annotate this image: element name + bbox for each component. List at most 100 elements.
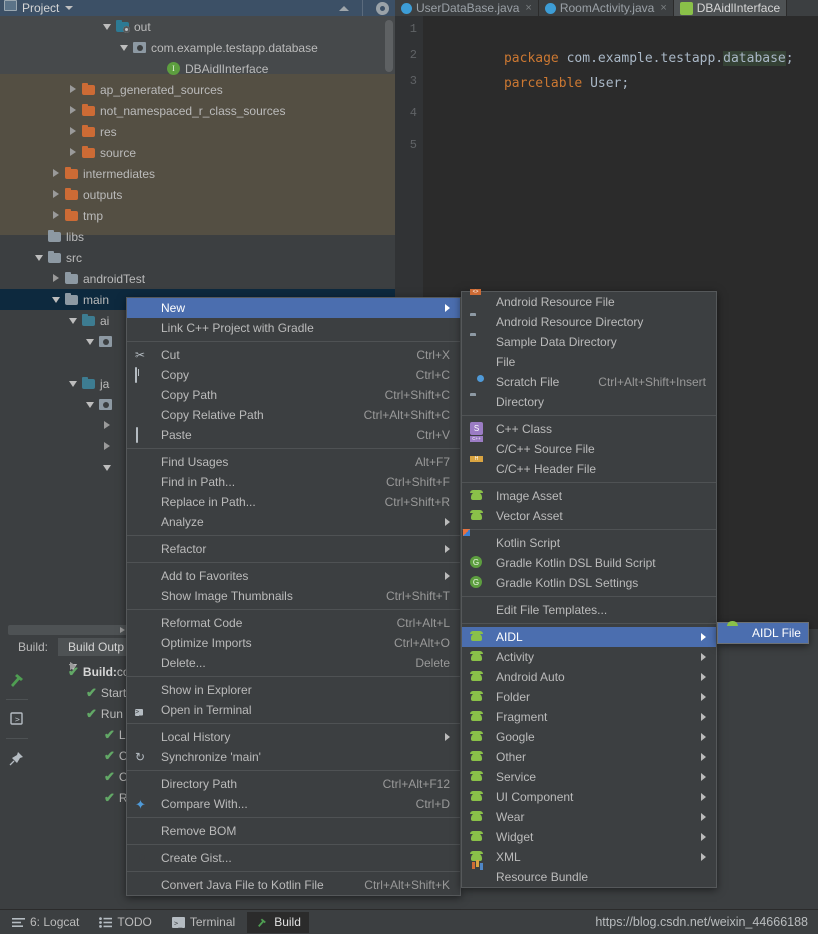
menu-item-compare-with[interactable]: ✦ Compare With... Ctrl+D bbox=[127, 794, 460, 814]
tree-item-out[interactable]: out bbox=[0, 16, 395, 37]
editor-tab-dbaidlinterface[interactable]: DBAidlInterface bbox=[673, 0, 788, 16]
menu-item-cut[interactable]: ✂ Cut Ctrl+X bbox=[127, 345, 460, 365]
close-icon[interactable]: × bbox=[660, 2, 666, 14]
menu-item-file[interactable]: File bbox=[462, 352, 716, 372]
build-output-tab[interactable]: Build Outp bbox=[58, 638, 135, 656]
chevron-down-icon[interactable] bbox=[68, 378, 79, 389]
tree-item-androidtest[interactable]: androidTest bbox=[0, 268, 395, 289]
horizontal-scrollbar[interactable] bbox=[8, 625, 128, 635]
menu-item-show-image-thumbnails[interactable]: Show Image Thumbnails Ctrl+Shift+T bbox=[127, 586, 460, 606]
menu-item-convert-java-file-to-kotlin-file[interactable]: Convert Java File to Kotlin File Ctrl+Alt… bbox=[127, 875, 460, 895]
menu-item-local-history[interactable]: Local History bbox=[127, 727, 460, 747]
status-item-todo[interactable]: TODO bbox=[91, 912, 159, 933]
menu-item-scratch-file[interactable]: Scratch File Ctrl+Alt+Shift+Insert bbox=[462, 372, 716, 392]
menu-item-service[interactable]: Service bbox=[462, 767, 716, 787]
collapse-all-icon[interactable] bbox=[339, 5, 350, 11]
tree-item-dbaidlinterface[interactable]: I DBAidlInterface bbox=[0, 58, 395, 79]
tree-item-ap-generated-sources[interactable]: ap_generated_sources bbox=[0, 79, 395, 100]
menu-item-c-class[interactable]: S C++ Class bbox=[462, 419, 716, 439]
status-item-build[interactable]: Build bbox=[247, 911, 309, 933]
menu-item-ui-component[interactable]: UI Component bbox=[462, 787, 716, 807]
context-menu[interactable]: New Link C++ Project with Gradle ✂ Cut Ctrl+… bbox=[126, 297, 461, 896]
chevron-down-icon[interactable] bbox=[65, 6, 74, 10]
menu-item-open-in-terminal[interactable]: >_ Open in Terminal bbox=[127, 700, 460, 720]
menu-item-gradle-kotlin-dsl-settings[interactable]: G Gradle Kotlin DSL Settings bbox=[462, 573, 716, 593]
menu-item-other[interactable]: Other bbox=[462, 747, 716, 767]
chevron-down-icon[interactable] bbox=[85, 399, 96, 410]
tree-item-tmp[interactable]: tmp bbox=[0, 205, 395, 226]
menu-item-delete[interactable]: Delete... Delete bbox=[127, 653, 460, 673]
menu-item-xml[interactable]: XML bbox=[462, 847, 716, 867]
menu-item-c-c-source-file[interactable]: C/C++ Source File bbox=[462, 439, 716, 459]
menu-item-copy-relative-path[interactable]: Copy Relative Path Ctrl+Alt+Shift+C bbox=[127, 405, 460, 425]
chevron-right-icon[interactable] bbox=[51, 189, 62, 200]
menu-item-synchronize-main[interactable]: ↻ Synchronize 'main' bbox=[127, 747, 460, 767]
menu-item-optimize-imports[interactable]: Optimize Imports Ctrl+Alt+O bbox=[127, 633, 460, 653]
chevron-right-icon[interactable] bbox=[51, 168, 62, 179]
chevron-down-icon[interactable] bbox=[102, 21, 113, 32]
tree-item-intermediates[interactable]: intermediates bbox=[0, 163, 395, 184]
menu-item-find-usages[interactable]: Find Usages Alt+F7 bbox=[127, 452, 460, 472]
status-item-logcat[interactable]: 6: Logcat bbox=[4, 912, 87, 933]
chevron-right-icon[interactable] bbox=[51, 210, 62, 221]
tree-item-src[interactable]: src bbox=[0, 247, 395, 268]
menu-item-wear[interactable]: Wear bbox=[462, 807, 716, 827]
chevron-down-icon[interactable] bbox=[51, 294, 62, 305]
gear-icon[interactable] bbox=[375, 1, 389, 15]
menu-item-directory-path[interactable]: Directory Path Ctrl+Alt+F12 bbox=[127, 774, 460, 794]
chevron-right-icon[interactable] bbox=[68, 126, 79, 137]
menu-item-aidl-file[interactable]: AIDL File bbox=[718, 623, 808, 643]
menu-item-android-resource-directory[interactable]: Android Resource Directory bbox=[462, 312, 716, 332]
menu-item-vector-asset[interactable]: Vector Asset bbox=[462, 506, 716, 526]
pin-icon[interactable] bbox=[4, 745, 30, 771]
menu-item-gradle-kotlin-dsl-build-script[interactable]: G Gradle Kotlin DSL Build Script bbox=[462, 553, 716, 573]
aidl-submenu[interactable]: AIDL File bbox=[717, 622, 809, 644]
chevron-down-icon[interactable] bbox=[34, 252, 45, 263]
restart-icon[interactable]: > bbox=[4, 706, 30, 732]
menu-item-image-asset[interactable]: Image Asset bbox=[462, 486, 716, 506]
menu-item-reformat-code[interactable]: Reformat Code Ctrl+Alt+L bbox=[127, 613, 460, 633]
menu-item-google[interactable]: Google bbox=[462, 727, 716, 747]
build-tab-label[interactable]: Build: bbox=[8, 638, 58, 656]
tree-item-source[interactable]: source bbox=[0, 142, 395, 163]
menu-item-link-c-project-with-gradle[interactable]: Link C++ Project with Gradle bbox=[127, 318, 460, 338]
editor-tab-userdatabase-java[interactable]: UserDataBase.java × bbox=[395, 0, 539, 16]
menu-item-refactor[interactable]: Refactor bbox=[127, 539, 460, 559]
menu-item-remove-bom[interactable]: Remove BOM bbox=[127, 821, 460, 841]
menu-item-analyze[interactable]: Analyze bbox=[127, 512, 460, 532]
menu-item-copy-path[interactable]: Copy Path Ctrl+Shift+C bbox=[127, 385, 460, 405]
hammer-icon[interactable] bbox=[4, 667, 30, 693]
tree-item-not-namespaced-r-class-sources[interactable]: not_namespaced_r_class_sources bbox=[0, 100, 395, 121]
menu-item-android-auto[interactable]: Android Auto bbox=[462, 667, 716, 687]
menu-item-show-in-explorer[interactable]: Show in Explorer bbox=[127, 680, 460, 700]
menu-item-new[interactable]: New bbox=[127, 298, 460, 318]
chevron-down-icon[interactable] bbox=[85, 336, 96, 347]
menu-item-copy[interactable]: Copy Ctrl+C bbox=[127, 365, 460, 385]
menu-item-create-gist[interactable]: Create Gist... bbox=[127, 848, 460, 868]
new-submenu[interactable]: Android Resource File Android Resource Di… bbox=[461, 291, 717, 888]
chevron-right-icon[interactable] bbox=[102, 420, 113, 431]
chevron-right-icon[interactable] bbox=[102, 441, 113, 452]
menu-item-folder[interactable]: Folder bbox=[462, 687, 716, 707]
project-toolbar-title[interactable]: Project bbox=[22, 1, 59, 15]
menu-item-directory[interactable]: Directory bbox=[462, 392, 716, 412]
tree-item-com-example-testapp-database[interactable]: com.example.testapp.database bbox=[0, 37, 395, 58]
menu-item-find-in-path[interactable]: Find in Path... Ctrl+Shift+F bbox=[127, 472, 460, 492]
menu-item-replace-in-path[interactable]: Replace in Path... Ctrl+Shift+R bbox=[127, 492, 460, 512]
chevron-down-icon[interactable] bbox=[102, 462, 113, 473]
tree-item-libs[interactable]: libs bbox=[0, 226, 395, 247]
close-icon[interactable]: × bbox=[525, 2, 531, 14]
chevron-right-icon[interactable] bbox=[51, 273, 62, 284]
menu-item-resource-bundle[interactable]: Resource Bundle bbox=[462, 867, 716, 887]
menu-item-widget[interactable]: Widget bbox=[462, 827, 716, 847]
menu-item-activity[interactable]: Activity bbox=[462, 647, 716, 667]
chevron-right-icon[interactable] bbox=[68, 84, 79, 95]
tree-item-outputs[interactable]: outputs bbox=[0, 184, 395, 205]
tree-scrollbar[interactable] bbox=[385, 20, 393, 72]
menu-item-android-resource-file[interactable]: Android Resource File bbox=[462, 292, 716, 312]
status-item-terminal[interactable]: >_ Terminal bbox=[164, 912, 243, 933]
menu-item-paste[interactable]: Paste Ctrl+V bbox=[127, 425, 460, 445]
chevron-down-icon[interactable] bbox=[68, 315, 79, 326]
chevron-down-icon[interactable] bbox=[119, 42, 130, 53]
chevron-right-icon[interactable] bbox=[68, 105, 79, 116]
